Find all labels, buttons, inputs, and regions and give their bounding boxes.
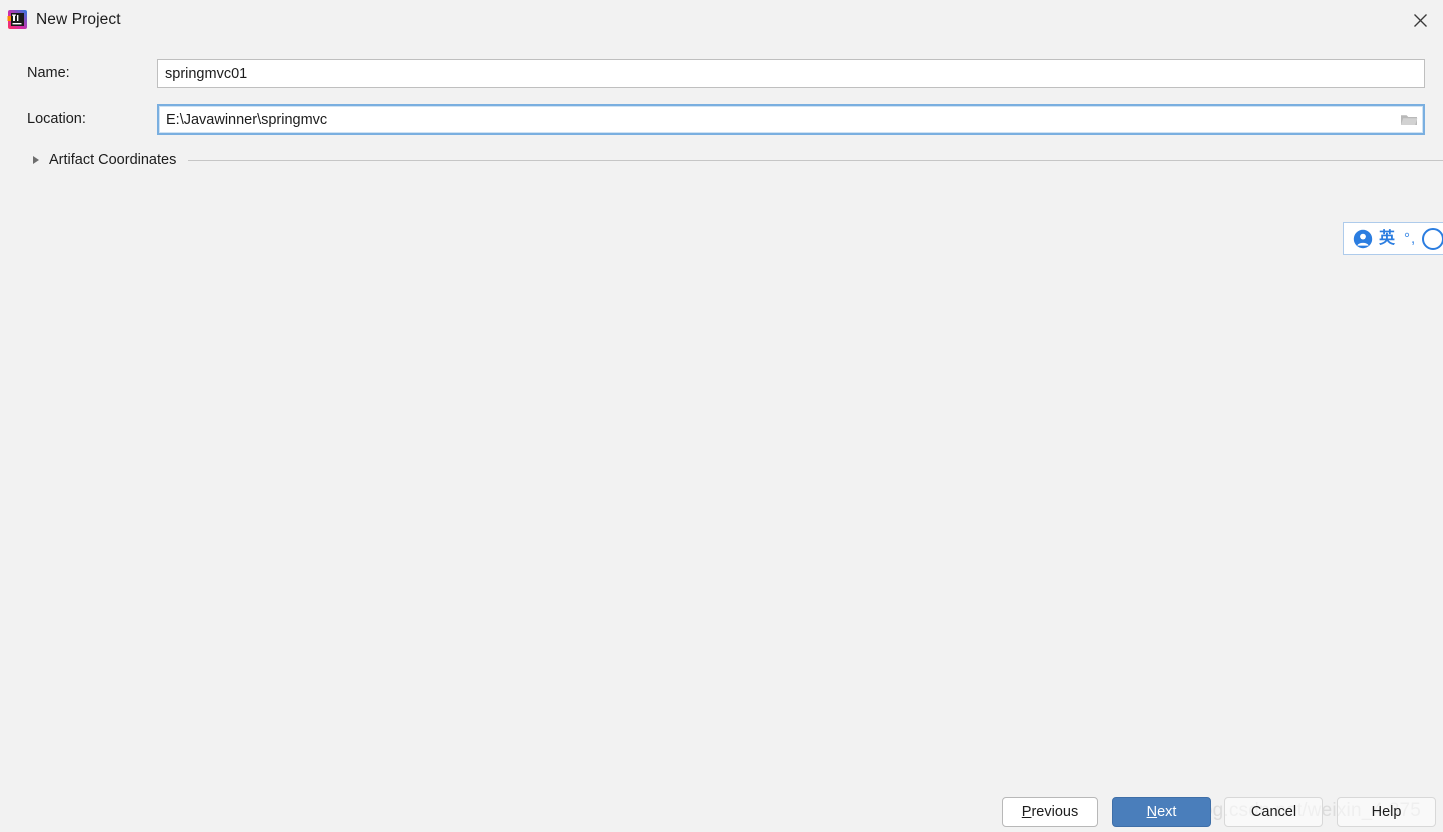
ime-menu-icon[interactable] bbox=[1422, 227, 1443, 250]
name-label: Name: bbox=[27, 65, 70, 81]
name-input[interactable]: springmvc01 bbox=[157, 59, 1425, 88]
cancel-button-mnemonic: C bbox=[1250, 804, 1262, 820]
previous-button-mnemonic: P bbox=[1021, 804, 1032, 820]
location-input[interactable]: E:\Javawinner\springmvc bbox=[157, 104, 1425, 135]
name-input-value: springmvc01 bbox=[165, 65, 248, 82]
previous-button[interactable]: Previous bbox=[1002, 797, 1098, 827]
user-avatar-icon[interactable] bbox=[1353, 229, 1373, 249]
cancel-button-label: ancel bbox=[1261, 804, 1297, 820]
triangle-right-icon[interactable] bbox=[33, 156, 39, 164]
location-input-value: E:\Javawinner\springmvc bbox=[166, 111, 328, 128]
next-button-mnemonic: N bbox=[1146, 804, 1158, 820]
next-button[interactable]: Next bbox=[1112, 797, 1211, 827]
window-title: New Project bbox=[36, 11, 121, 28]
previous-button-label: revious bbox=[1031, 804, 1079, 820]
intellij-idea-icon bbox=[7, 9, 28, 30]
ime-punctuation-toggle[interactable]: °, bbox=[1404, 231, 1416, 246]
help-button-label: elp bbox=[1382, 804, 1402, 820]
ime-toolbar[interactable]: 英 °, bbox=[1343, 222, 1443, 255]
section-divider bbox=[188, 159, 1443, 161]
cancel-button[interactable]: Cancel bbox=[1224, 797, 1323, 827]
ime-language-toggle[interactable]: 英 bbox=[1379, 230, 1395, 247]
title-bar: New Project bbox=[0, 0, 1443, 40]
next-button-label: ext bbox=[1157, 804, 1177, 820]
folder-icon[interactable] bbox=[1395, 106, 1423, 133]
close-icon[interactable] bbox=[1397, 0, 1443, 40]
help-button[interactable]: Help bbox=[1337, 797, 1436, 827]
artifact-coordinates-section[interactable]: Artifact Coordinates bbox=[0, 148, 1443, 172]
help-button-mnemonic: H bbox=[1371, 804, 1383, 820]
artifact-coordinates-label: Artifact Coordinates bbox=[49, 152, 177, 168]
dialog-button-bar: Previous Next Cancel Help bbox=[0, 793, 1443, 832]
location-label: Location: bbox=[27, 111, 86, 127]
